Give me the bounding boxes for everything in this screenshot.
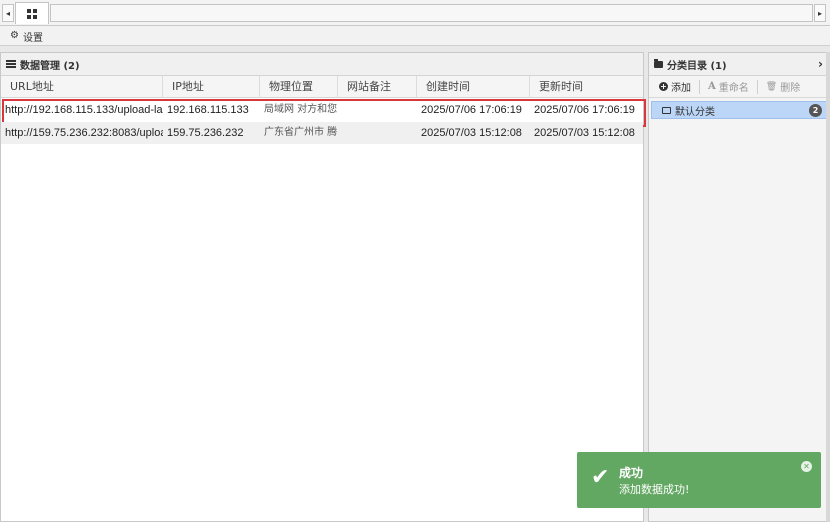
- count-badge: 2: [809, 104, 822, 117]
- rename-category-button[interactable]: A 重命名: [708, 79, 757, 94]
- category-panel-title: 分类目录 (1): [667, 60, 727, 72]
- tab-home[interactable]: [15, 2, 49, 24]
- column-header-created[interactable]: 创建时间: [417, 76, 530, 98]
- cell-updated: 2025/07/06 17:06:19: [534, 104, 635, 116]
- cell-url: http://159.75.236.232:8083/upload: [5, 127, 163, 139]
- check-icon: ✔: [591, 465, 610, 490]
- gear-icon: ⚙: [10, 30, 19, 41]
- column-header-remark[interactable]: 网站备注: [338, 76, 417, 98]
- cell-created: 2025/07/06 17:06:19: [421, 104, 522, 116]
- cell-ip: 159.75.236.232: [167, 127, 244, 139]
- cell-location: 广东省广州市 腾: [264, 127, 338, 138]
- close-icon[interactable]: ✕: [801, 461, 812, 472]
- category-panel-header: 分类目录 (1) ›: [649, 53, 829, 76]
- folder-open-icon: [662, 106, 671, 114]
- toolbar-divider: [756, 79, 758, 94]
- toast-message: 添加数据成功!: [619, 483, 690, 496]
- cell-created: 2025/07/03 15:12:08: [421, 127, 522, 139]
- category-toolbar: + 添加 A 重命名 🗑 删除: [649, 76, 829, 98]
- success-toast: ✔ 成功 添加数据成功! ✕: [577, 452, 821, 508]
- cell-url: http://192.168.115.133/upload-labs: [5, 104, 163, 116]
- cell-remark: [338, 122, 417, 144]
- toolbar: ⚙ 设置: [0, 26, 830, 46]
- grid-header: URL地址 IP地址 物理位置 网站备注 创建时间 更新时间: [1, 76, 643, 98]
- trash-icon: 🗑: [765, 81, 778, 92]
- settings-button[interactable]: ⚙ 设置: [10, 29, 43, 44]
- caret-left-icon: ◂: [5, 8, 10, 18]
- caret-right-icon: ▸: [817, 8, 822, 18]
- tab-scroll-right-button[interactable]: ▸: [814, 4, 826, 22]
- category-item-default[interactable]: 默认分类 2: [651, 101, 827, 119]
- toolbar-divider: [699, 79, 700, 94]
- data-management-panel: 数据管理 (2) URL地址 IP地址 物理位置 网站备注 创建时间 更新时间 …: [0, 52, 646, 522]
- toast-title: 成功: [619, 466, 644, 480]
- chevron-right-icon[interactable]: ›: [818, 57, 823, 71]
- table-row[interactable]: http://192.168.115.133/upload-labs 192.1…: [1, 99, 646, 127]
- data-panel-header: 数据管理 (2): [1, 53, 643, 76]
- window-edge: [826, 52, 830, 522]
- font-icon: A: [708, 81, 716, 92]
- folder-icon: [654, 58, 663, 68]
- column-header-location[interactable]: 物理位置: [260, 76, 338, 98]
- delete-category-label: 删除: [780, 83, 801, 94]
- cell-remark: [338, 99, 417, 121]
- table-row[interactable]: http://159.75.236.232:8083/upload 159.75…: [1, 122, 643, 144]
- column-header-url[interactable]: URL地址: [1, 76, 163, 98]
- list-icon: [6, 60, 16, 68]
- tab-strip: [50, 4, 813, 22]
- settings-label: 设置: [22, 32, 43, 44]
- delete-category-button[interactable]: 🗑 删除: [765, 79, 808, 95]
- category-item-label: 默认分类: [675, 106, 715, 118]
- cell-ip: 192.168.115.133: [167, 104, 249, 116]
- plus-circle-icon: +: [659, 82, 668, 91]
- cell-updated: 2025/07/03 15:12:08: [534, 127, 635, 139]
- column-header-updated[interactable]: 更新时间: [530, 76, 643, 98]
- rename-category-label: 重命名: [718, 83, 749, 94]
- column-header-ip[interactable]: IP地址: [163, 76, 260, 98]
- data-panel-title: 数据管理 (2): [20, 60, 80, 72]
- grid-body: http://192.168.115.133/upload-labs 192.1…: [1, 99, 646, 144]
- tab-scroll-left-button[interactable]: ◂: [2, 4, 14, 22]
- cell-location: 局域网 对方和您: [264, 104, 338, 115]
- grid-icon: [27, 8, 37, 19]
- tab-bar: ◂ ▸: [0, 0, 830, 26]
- add-category-button[interactable]: + 添加: [659, 79, 699, 94]
- add-category-label: 添加: [671, 83, 691, 94]
